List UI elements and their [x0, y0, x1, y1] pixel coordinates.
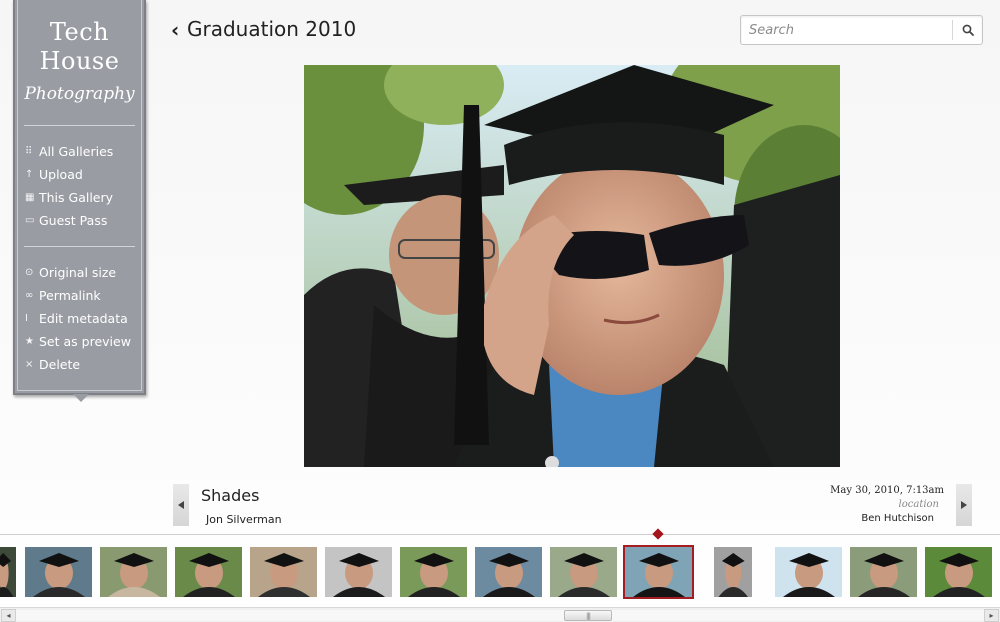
scroll-thumb[interactable]: ||| [564, 610, 612, 621]
thumbnail-image [925, 547, 992, 597]
sidebar-item-label: This Gallery [39, 190, 114, 205]
filmstrip-thumbnail[interactable] [100, 547, 167, 597]
close-icon: × [25, 359, 34, 370]
thumbnail-image [850, 547, 917, 597]
back-button[interactable]: ‹ [171, 18, 179, 42]
sidebar-item-delete[interactable]: × Delete [25, 353, 138, 376]
search-divider [952, 20, 953, 40]
selected-photo-marker [652, 528, 664, 540]
sidebar-divider [24, 246, 135, 247]
sidebar-menu-secondary: ⊙ Original size ∞ Permalink I Edit metadata ★ S… [25, 261, 138, 376]
thumbnail-image [175, 547, 242, 597]
filmstrip-thumbnail[interactable] [25, 547, 92, 597]
photo-title: Shades [201, 486, 260, 505]
page-title: Graduation 2010 [187, 17, 357, 41]
sidebar-item-all-galleries[interactable]: ⠿ All Galleries [25, 140, 138, 163]
filmstrip-divider [0, 534, 1000, 535]
caret-right-icon [961, 501, 967, 509]
arrow-right-icon: ▸ [989, 611, 994, 620]
caret-left-icon [178, 501, 184, 509]
thumbnail-image [400, 547, 467, 597]
grip-icon: ||| [585, 611, 591, 620]
brand-logo[interactable]: Tech House [15, 18, 144, 76]
sidebar-item-label: Guest Pass [39, 213, 108, 228]
thumbnail-image [550, 547, 617, 597]
photo-location[interactable]: location [899, 499, 939, 510]
thumbnail-image [250, 547, 317, 597]
sidebar-divider [24, 125, 135, 126]
gallery-icon: ▦ [25, 192, 35, 203]
filmstrip-thumbnail[interactable] [623, 545, 694, 599]
search-input[interactable] [745, 19, 951, 41]
star-icon: ★ [25, 336, 34, 347]
text-cursor-icon: I [25, 313, 28, 324]
filmstrip-thumbnail[interactable] [325, 547, 392, 597]
thumbnail-image [0, 547, 16, 597]
scroll-track[interactable]: ||| [16, 610, 984, 621]
thumbnail-image [100, 547, 167, 597]
sidebar-item-label: Upload [39, 167, 83, 182]
filmstrip-thumbnail[interactable] [714, 547, 752, 597]
search-button[interactable] [954, 16, 982, 44]
sidebar-item-guest-pass[interactable]: ▭ Guest Pass [25, 209, 138, 232]
filmstrip-thumbnail[interactable] [850, 547, 917, 597]
sidebar-item-label: Permalink [39, 288, 101, 303]
filmstrip-thumbnail[interactable] [550, 547, 617, 597]
brand-name-line1: Tech [49, 18, 110, 46]
magnifier-icon: ⊙ [25, 267, 34, 278]
prev-photo-button[interactable] [173, 484, 189, 526]
filmstrip-scrollbar[interactable]: ◂ ||| ▸ [0, 607, 1000, 622]
photo-author: Jon Silverman [206, 513, 282, 526]
ticket-icon: ▭ [25, 215, 35, 226]
sidebar-menu-primary: ⠿ All Galleries ↑ Upload ▦ This Gallery ▭ Guest… [25, 140, 138, 232]
sidebar-item-label: All Galleries [39, 144, 114, 159]
brand-tagline: Photography [24, 84, 135, 104]
sidebar-item-label: Delete [39, 357, 81, 372]
sidebar-item-label: Edit metadata [39, 311, 128, 326]
photo-owner: Ben Hutchison [861, 513, 934, 524]
sidebar-item-label: Original size [39, 265, 117, 280]
main-photo[interactable] [304, 65, 840, 467]
upload-icon: ↑ [25, 169, 34, 180]
link-icon: ∞ [25, 290, 34, 301]
next-photo-button[interactable] [956, 484, 972, 526]
brand-name-line2: House [39, 47, 120, 75]
photo-date: May 30, 2010, 7:13am [830, 485, 944, 496]
sidebar-item-edit-metadata[interactable]: I Edit metadata [25, 307, 138, 330]
arrow-left-icon: ◂ [6, 611, 11, 620]
thumbnail-image [325, 547, 392, 597]
sidebar-item-upload[interactable]: ↑ Upload [25, 163, 138, 186]
scroll-right-button[interactable]: ▸ [984, 609, 999, 622]
scroll-left-button[interactable]: ◂ [1, 609, 16, 622]
thumbnail-image [714, 547, 752, 597]
filmstrip-thumbnail[interactable] [250, 547, 317, 597]
sidebar-item-label: Set as preview [39, 334, 131, 349]
photo-graduate-sunglasses [304, 65, 840, 467]
sidebar-item-permalink[interactable]: ∞ Permalink [25, 284, 138, 307]
sidebar-item-original-size[interactable]: ⊙ Original size [25, 261, 138, 284]
filmstrip-thumbnail[interactable] [0, 547, 16, 597]
filmstrip-thumbnail[interactable] [925, 547, 992, 597]
thumbnail-image [775, 547, 842, 597]
thumbnail-image [475, 547, 542, 597]
thumbnail-image [625, 547, 692, 597]
search-box [740, 15, 983, 45]
sidebar: Tech House Photography ⠿ All Galleries ↑ Up… [13, 0, 146, 402]
filmstrip-thumbnail[interactable] [400, 547, 467, 597]
grid-icon: ⠿ [25, 146, 33, 157]
thumbnail-image [25, 547, 92, 597]
filmstrip-thumbnail[interactable] [775, 547, 842, 597]
filmstrip-thumbnail[interactable] [175, 547, 242, 597]
filmstrip-thumbnail[interactable] [475, 547, 542, 597]
search-icon [962, 24, 974, 36]
sidebar-item-set-as-preview[interactable]: ★ Set as preview [25, 330, 138, 353]
sidebar-item-this-gallery[interactable]: ▦ This Gallery [25, 186, 138, 209]
